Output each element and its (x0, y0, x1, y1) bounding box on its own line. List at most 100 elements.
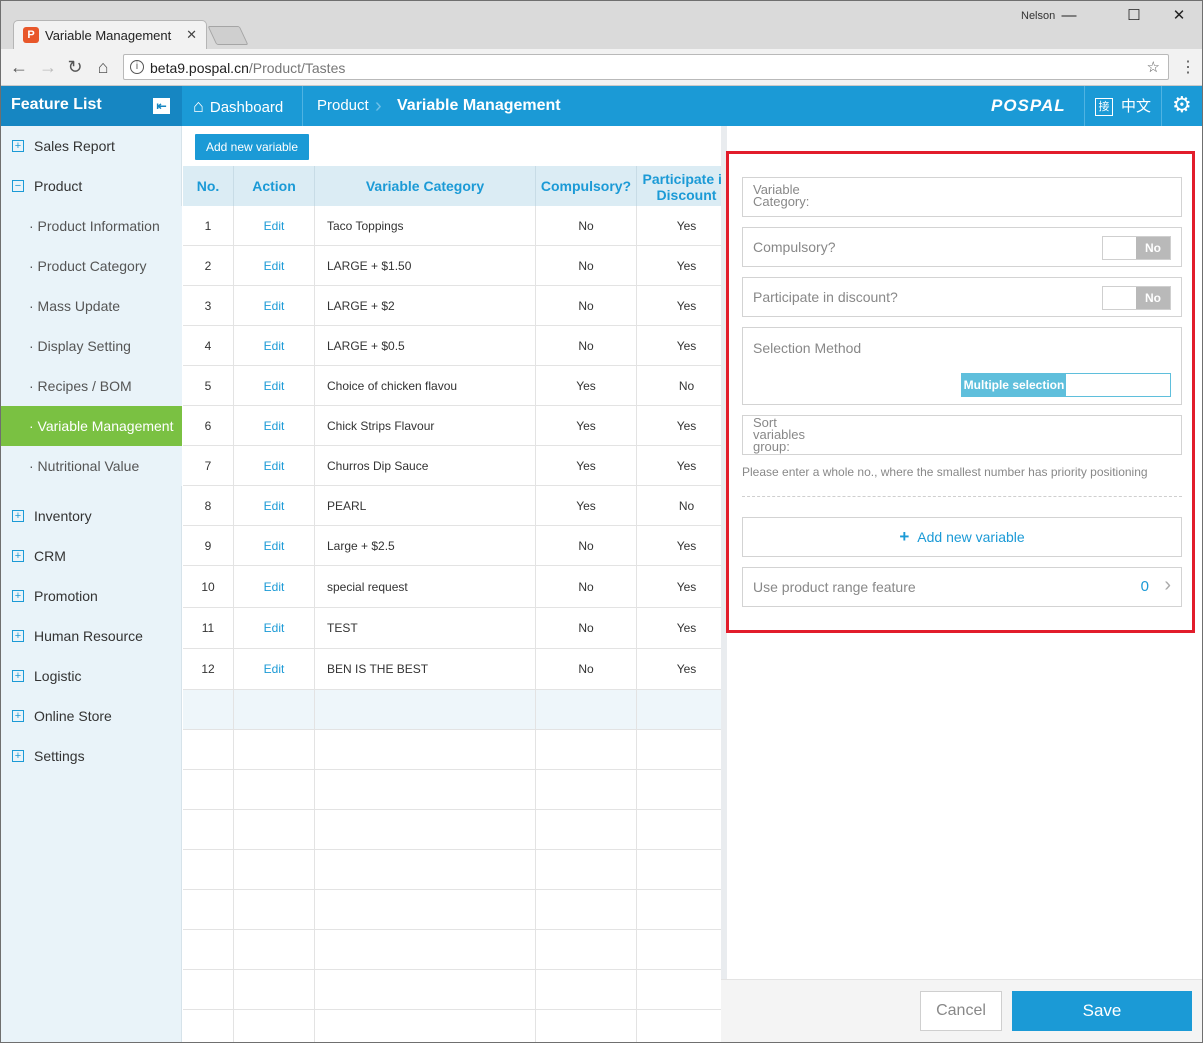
gear-icon[interactable]: ⚙ (1172, 92, 1192, 118)
reload-icon[interactable]: ↻ (63, 55, 87, 79)
home-icon[interactable]: ⌂ (91, 55, 115, 79)
tab-close-icon[interactable]: ✕ (186, 27, 197, 43)
browser-tab[interactable]: P Variable Management ✕ (13, 20, 207, 49)
sidebar-subitem[interactable]: · Display Setting (1, 326, 182, 366)
edit-link[interactable]: Edit (234, 566, 315, 607)
sidebar-subitem[interactable]: · Recipes / BOM (1, 366, 182, 406)
url-host: beta9.pospal.cn (150, 60, 249, 76)
edit-link[interactable]: Edit (234, 246, 315, 285)
bookmark-star-icon[interactable]: ☆ (1147, 58, 1160, 76)
selection-method-switch[interactable]: Multiple selection (961, 373, 1171, 397)
save-button[interactable]: Save (1012, 991, 1192, 1031)
expand-icon: + (12, 710, 24, 722)
discount-toggle[interactable]: No (1102, 286, 1171, 310)
discount-label: Participate in discount? (753, 289, 898, 305)
edit-link[interactable]: Edit (234, 406, 315, 445)
variable-category-field[interactable]: Variable Category: (742, 177, 1182, 217)
edit-link (234, 890, 315, 929)
compulsory-toggle[interactable]: No (1102, 236, 1171, 260)
cell-category: LARGE + $0.5 (315, 326, 536, 365)
add-new-variable-row-button[interactable]: + Add new variable (742, 517, 1182, 557)
edit-link[interactable]: Edit (234, 286, 315, 325)
edit-link[interactable]: Edit (234, 446, 315, 485)
edit-link[interactable]: Edit (234, 486, 315, 525)
feature-list-header: Feature List ⇤ (1, 86, 182, 126)
empty-row (183, 970, 721, 1010)
language-label: 中文 (1121, 98, 1152, 115)
sidebar-item-label: Inventory (34, 508, 92, 524)
sidebar-subitem[interactable]: · Nutritional Value (1, 446, 182, 486)
sidebar-item-label: Sales Report (34, 138, 115, 154)
empty-row (183, 930, 721, 970)
table-row: 10 Edit special request No Yes (183, 566, 721, 608)
url-path: /Product/Tastes (248, 60, 346, 76)
sidebar-item[interactable]: + Sales Report (1, 126, 182, 166)
sidebar-item[interactable]: + Human Resource (1, 616, 182, 656)
address-bar[interactable]: i beta9.pospal.cn/Product/Tastes ☆ (123, 54, 1169, 80)
product-range-row[interactable]: Use product range feature 0 › (742, 567, 1182, 607)
edit-link (234, 730, 315, 769)
edit-link[interactable]: Edit (234, 366, 315, 405)
table-row: 8 Edit PEARL Yes No (183, 486, 721, 526)
sort-group-field[interactable]: Sort variables group: (742, 415, 1182, 455)
edit-link (234, 1010, 315, 1042)
cancel-button[interactable]: Cancel (920, 991, 1002, 1031)
minimize-icon[interactable]: — (1049, 3, 1089, 29)
selection-method-field: Selection Method Multiple selection (742, 327, 1182, 405)
sidebar-item[interactable]: + Logistic (1, 656, 182, 696)
cell-compulsory: No (536, 649, 637, 689)
sidebar-item[interactable]: + CRM (1, 536, 182, 576)
sidebar-subitem[interactable]: · Mass Update (1, 286, 182, 326)
cell-no: 11 (183, 608, 234, 648)
breadcrumb-dashboard[interactable]: ⌂ Dashboard (193, 86, 283, 126)
expand-icon: + (12, 670, 24, 682)
sidebar-subitem[interactable]: · Product Information (1, 206, 182, 246)
collapse-sidebar-icon[interactable]: ⇤ (153, 98, 170, 114)
plus-icon: + (899, 527, 910, 546)
chrome-menu-icon[interactable]: ⋮ (1180, 57, 1196, 77)
edit-link[interactable]: Edit (234, 206, 315, 245)
cell-category (315, 730, 536, 769)
language-switch[interactable]: 接中文 (1095, 95, 1152, 117)
sidebar-item[interactable]: + Promotion (1, 576, 182, 616)
address-row: ← → ↻ ⌂ i beta9.pospal.cn/Product/Tastes… (1, 49, 1202, 86)
edit-link[interactable]: Edit (234, 649, 315, 689)
edit-link (234, 850, 315, 889)
sidebar-item[interactable]: + Settings (1, 736, 182, 776)
cell-compulsory: No (536, 246, 637, 285)
cell-category (315, 690, 536, 729)
cell-discount: No (637, 486, 721, 525)
sidebar-subitem[interactable]: · Variable Management (1, 406, 182, 446)
edit-link[interactable]: Edit (234, 608, 315, 648)
cell-no (183, 730, 234, 769)
add-new-variable-button[interactable]: Add new variable (195, 134, 309, 160)
cell-category: TEST (315, 608, 536, 648)
cell-category: LARGE + $1.50 (315, 246, 536, 285)
cell-no (183, 970, 234, 1009)
close-window-icon[interactable]: ✕ (1159, 3, 1199, 29)
site-info-icon[interactable]: i (130, 60, 144, 74)
sidebar-subitem[interactable]: · Product Category (1, 246, 182, 286)
forward-icon[interactable]: → (36, 55, 60, 79)
edit-link (234, 810, 315, 849)
cell-no (183, 770, 234, 809)
cell-compulsory: Yes (536, 406, 637, 445)
cell-no: 1 (183, 206, 234, 245)
edit-link[interactable]: Edit (234, 526, 315, 565)
table-row: 12 Edit BEN IS THE BEST No Yes (183, 649, 721, 690)
edit-link[interactable]: Edit (234, 326, 315, 365)
sidebar-item[interactable]: + Inventory (1, 496, 182, 536)
maximize-icon[interactable]: ☐ (1114, 3, 1154, 29)
sidebar-item[interactable]: − Product (1, 166, 182, 206)
back-icon[interactable]: ← (7, 55, 31, 79)
cell-compulsory (536, 970, 637, 1009)
multiple-selection-option[interactable]: Multiple selection (962, 374, 1066, 396)
cell-discount (637, 810, 721, 849)
breadcrumb-product[interactable]: Product (317, 86, 369, 126)
table-row: 7 Edit Churros Dip Sauce Yes Yes (183, 446, 721, 486)
cell-no: 7 (183, 446, 234, 485)
url-text: beta9.pospal.cn/Product/Tastes (150, 60, 345, 76)
cell-compulsory (536, 930, 637, 969)
new-tab-button[interactable] (207, 26, 249, 45)
sidebar-item[interactable]: + Online Store (1, 696, 182, 736)
